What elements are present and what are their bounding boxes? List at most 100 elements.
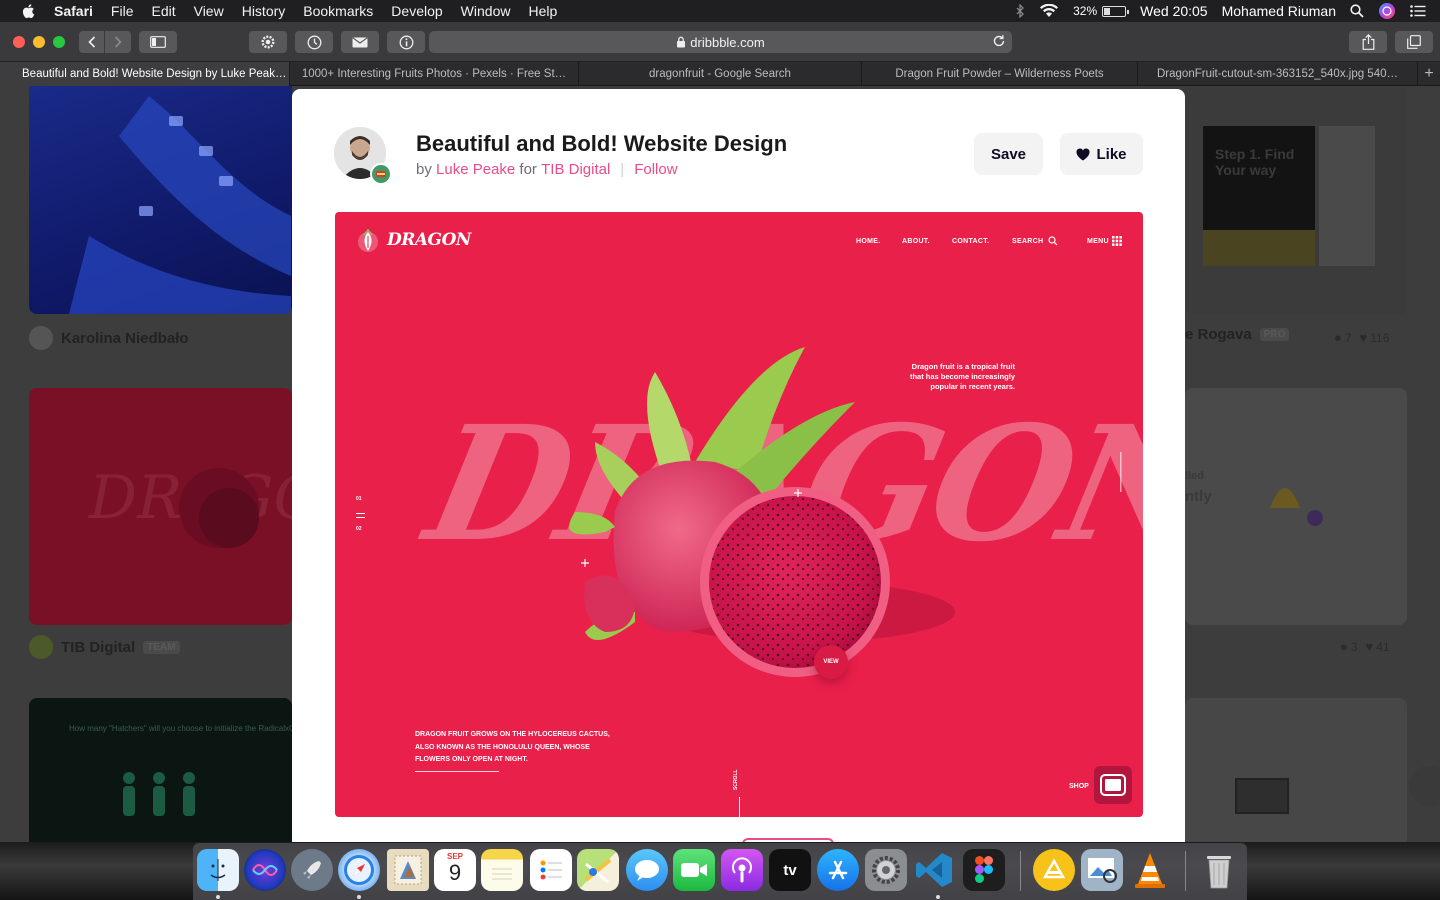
fullscreen-icon [1100, 774, 1126, 796]
by-label: by [416, 161, 432, 178]
window-close-button[interactable] [13, 36, 25, 48]
podcast-icon [732, 857, 752, 883]
dock-calendar[interactable]: SEP 9 [434, 849, 476, 891]
tab-google-search[interactable]: dragonfruit - Google Search [579, 62, 862, 86]
video-camera-icon [681, 863, 707, 877]
sidebar-button[interactable] [139, 31, 177, 53]
menu-clock[interactable]: Wed 20:05 [1140, 3, 1207, 19]
heart-icon: ♥ [1359, 330, 1368, 345]
dock-mail[interactable] [387, 849, 429, 891]
scroll-to-top-button[interactable] [1409, 766, 1440, 806]
address-bar[interactable]: dribbble.com [429, 31, 1012, 53]
shot-card-blue[interactable] [29, 86, 292, 314]
shot-stats: ● 3 ♥ 41 [1340, 639, 1390, 654]
shot-author-row[interactable]: Karolina Niedbało [29, 326, 189, 350]
history-button[interactable] [295, 31, 333, 53]
caption-line: DRAGON FRUIT GROWS ON THE HYLOCEREUS CAC… [415, 731, 610, 738]
shot-card-dragon[interactable]: DRAGON [29, 388, 292, 625]
dock-siri[interactable] [244, 849, 286, 891]
dock-transmit[interactable] [1033, 849, 1075, 891]
back-button[interactable] [79, 31, 105, 53]
battery-status[interactable]: 32% [1073, 4, 1130, 18]
team-link[interactable]: TIB Digital [541, 161, 610, 178]
card-yellow-strip [1203, 230, 1315, 266]
menu-help[interactable]: Help [528, 3, 557, 19]
tab-dragonfruit-image[interactable]: DragonFruit-cutout-sm-363152_540x.jpg 54… [1138, 62, 1418, 86]
dock-app-store[interactable] [817, 849, 859, 891]
team-badge: TEAM [143, 640, 180, 654]
heart-icon: ♥ [1365, 639, 1374, 654]
menu-history[interactable]: History [242, 3, 286, 19]
siri-icon[interactable] [1378, 2, 1396, 20]
window-minimize-button[interactable] [33, 36, 45, 48]
dock-finder[interactable] [197, 849, 239, 891]
dock-launchpad[interactable] [291, 849, 333, 891]
fullscreen-button[interactable] [1094, 766, 1132, 804]
follow-link[interactable]: Follow [634, 161, 677, 178]
dock-safari[interactable] [338, 849, 380, 891]
bluetooth-icon[interactable] [1015, 4, 1025, 18]
shot-author-row[interactable]: TIB Digital TEAM [29, 635, 180, 659]
menu-bookmarks[interactable]: Bookmarks [303, 3, 373, 19]
share-button[interactable] [1349, 31, 1387, 53]
battery-icon [1102, 5, 1130, 17]
map-icon [584, 858, 612, 884]
dock-vscode[interactable] [913, 849, 955, 891]
trash-icon [1207, 856, 1231, 889]
dock-preview[interactable] [1081, 849, 1123, 891]
scroll-label: SCROLL [733, 769, 739, 790]
team-avatar-badge[interactable] [370, 163, 392, 185]
forward-button[interactable] [105, 31, 131, 53]
dock-messages[interactable] [626, 849, 668, 891]
menu-develop[interactable]: Develop [391, 3, 442, 19]
like-count: 116 [1370, 330, 1390, 345]
reload-icon[interactable] [992, 34, 1006, 48]
shot-author-row[interactable]: e Rogava PRO [1185, 326, 1290, 343]
dock-trash[interactable] [1198, 849, 1240, 891]
menu-edit[interactable]: Edit [151, 3, 175, 19]
dock-podcasts[interactable] [721, 849, 763, 891]
dock-notes[interactable] [481, 849, 523, 891]
extension-settings-button[interactable] [249, 31, 287, 53]
menu-user[interactable]: Mohamed Riuman [1222, 3, 1336, 19]
history-icon [307, 35, 321, 49]
dock-separator [1020, 851, 1021, 891]
tab-dribbble[interactable]: Beautiful and Bold! Website Design by Lu… [0, 62, 290, 86]
menu-window[interactable]: Window [461, 3, 511, 19]
address-url: dribbble.com [690, 34, 765, 50]
shot-artwork[interactable]: DRAGON HOME. ABOUT. CONTACT. SEARCH MENU… [335, 212, 1143, 817]
figma-icon [975, 856, 993, 883]
menu-app-name[interactable]: Safari [54, 3, 93, 19]
menu-file[interactable]: File [111, 3, 134, 19]
tabs-overview-button[interactable] [1395, 31, 1433, 53]
dock-apple-tv[interactable]: tv [769, 849, 811, 891]
shot-stats: ● 7 ♥ 116 [1334, 330, 1389, 345]
dock-figma[interactable] [963, 849, 1005, 891]
dock-vlc[interactable] [1129, 849, 1171, 891]
siri-icon [252, 864, 278, 876]
tab-pexels[interactable]: 1000+ Interesting Fruits Photos · Pexels… [290, 62, 579, 86]
mail-button[interactable] [341, 31, 379, 53]
shot-card-yellow[interactable]: Step 1. Find Your way [1185, 86, 1407, 314]
back-forward-group [79, 31, 131, 53]
wifi-icon[interactable] [1039, 4, 1059, 18]
dock-system-preferences[interactable] [865, 849, 907, 891]
shot-card-laptop[interactable] [1185, 698, 1407, 842]
save-button[interactable]: Save [974, 133, 1043, 175]
like-button[interactable]: Like [1060, 133, 1143, 175]
shot-card-bell[interactable]: lled ntly [1185, 388, 1407, 625]
dock-reminders[interactable] [530, 849, 572, 891]
menu-view[interactable]: View [194, 3, 224, 19]
window-zoom-button[interactable] [53, 36, 65, 48]
notification-center-icon[interactable] [1410, 5, 1426, 17]
shot-card-dark[interactable]: How many "Hatchers" will you choose to i… [29, 698, 292, 842]
dock-facetime[interactable] [673, 849, 715, 891]
new-tab-button[interactable]: + [1418, 62, 1440, 85]
dock-maps[interactable] [577, 849, 619, 891]
apple-icon[interactable] [20, 2, 38, 20]
author-link[interactable]: Luke Peake [436, 161, 515, 178]
caption-line: ALSO KNOWN AS THE HONOLULU QUEEN, WHOSE [415, 743, 590, 751]
info-button[interactable] [387, 31, 425, 53]
spotlight-icon[interactable] [1350, 4, 1364, 18]
tab-wilderness-poets[interactable]: Dragon Fruit Powder – Wilderness Poets [862, 62, 1138, 86]
